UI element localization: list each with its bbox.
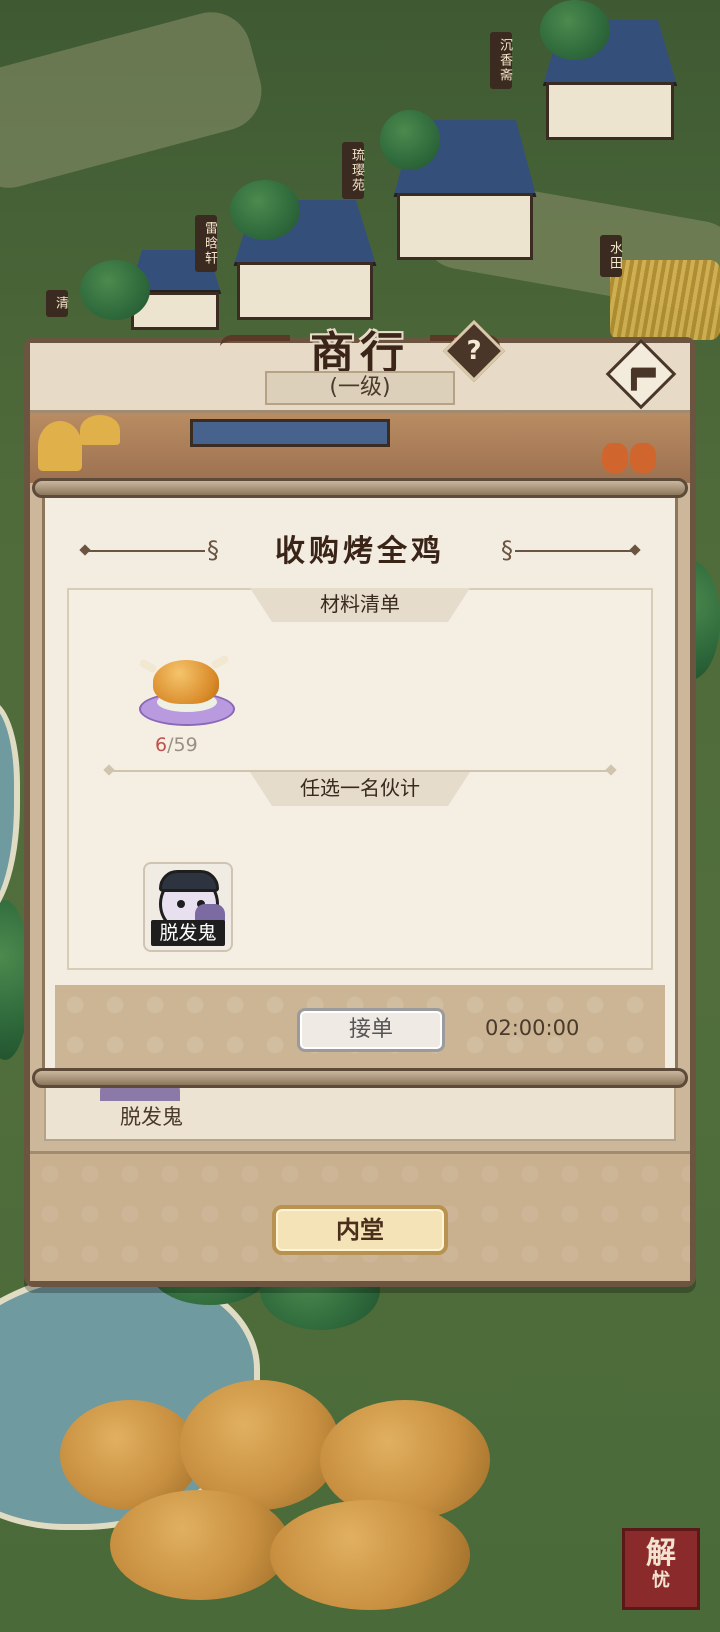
dialog-scroll-body: § 收购烤全鸡 § 材料清单 6/59 任选一名伙计 脱发鬼 接单 02:00:… — [42, 492, 678, 1088]
inner-hall-button[interactable]: 内堂 — [272, 1205, 448, 1255]
jieyou-stamp-button[interactable]: 解 忧 — [622, 1528, 700, 1610]
building-level: (一级) — [265, 371, 455, 405]
upgrade-button[interactable] — [605, 338, 677, 410]
map-sign-liuying[interactable]: 琉璎苑 — [342, 142, 364, 199]
material-have: 6 — [155, 734, 168, 756]
rice-field — [610, 260, 720, 340]
shop-interior-art — [30, 413, 690, 483]
order-dialog: § 收购烤全鸡 § 材料清单 6/59 任选一名伙计 脱发鬼 接单 02:00:… — [32, 478, 688, 1088]
dialog-title: 收购烤全鸡 — [275, 534, 445, 569]
panel-footer: 内堂 — [30, 1151, 690, 1281]
section-divider — [109, 770, 611, 772]
scroll-rod-bottom — [32, 1068, 688, 1088]
worker-header: 任选一名伙计 — [250, 772, 470, 806]
panel-header: 商行 百鬼 ? (一级) — [30, 319, 690, 413]
swirl-icon: § — [501, 536, 513, 564]
material-item[interactable]: 6/59 — [135, 640, 245, 756]
roast-chicken-icon — [153, 660, 219, 704]
help-icon: ? — [466, 336, 482, 366]
order-content: 材料清单 6/59 任选一名伙计 脱发鬼 — [67, 588, 653, 970]
map-sign-chenxiang[interactable]: 沉香斋 — [490, 32, 512, 89]
scroll-rod-top — [32, 478, 688, 498]
accept-order-button[interactable]: 接单 — [297, 1008, 445, 1052]
worker-option[interactable]: 脱发鬼 — [143, 862, 233, 952]
map-sign-shuitian[interactable]: 水田 — [600, 235, 622, 277]
title-line-right — [515, 550, 635, 552]
map-sign-qing[interactable]: 清 — [46, 290, 68, 317]
worker-name: 脱发鬼 — [151, 920, 225, 946]
map-sign-leihan[interactable]: 雷晗轩 — [195, 215, 217, 272]
material-need: /59 — [167, 734, 198, 756]
stamp-sub-text: 忧 — [652, 1570, 670, 1591]
order-timer: 02:00:00 — [485, 1016, 580, 1040]
materials-header: 材料清单 — [250, 588, 470, 622]
river — [0, 700, 20, 920]
stamp-main-text: 解 — [646, 1536, 676, 1571]
material-count: 6/59 — [155, 734, 198, 756]
title-ornament-left — [220, 335, 290, 351]
background-worker-name: 脱发鬼 — [120, 1105, 183, 1129]
